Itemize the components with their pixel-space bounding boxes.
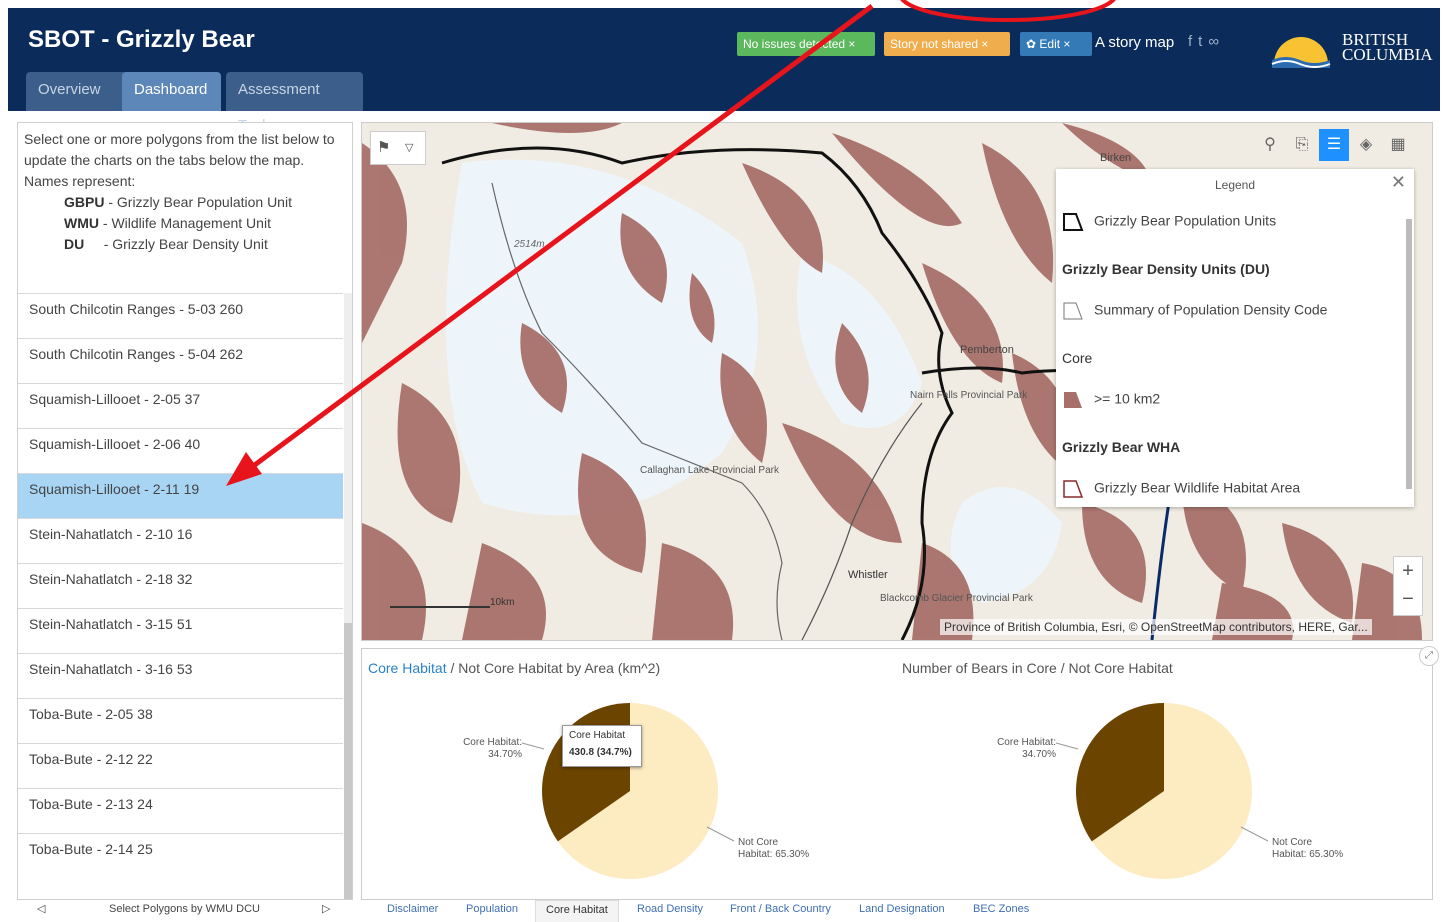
flag-icon[interactable]: ⚑	[377, 138, 390, 156]
map-label: 2514m	[513, 239, 545, 250]
tab-front-back-country[interactable]: Front / Back Country	[730, 903, 831, 915]
list-pager: ◁ Select Polygons by WMU DCU ▷	[17, 900, 351, 920]
edit-badge[interactable]: ✿ Edit ×	[1020, 32, 1092, 56]
tab-core-habitat[interactable]: Core Habitat	[535, 900, 619, 922]
tab-land-designation[interactable]: Land Designation	[859, 903, 945, 915]
list-item[interactable]: South Chilcotin Ranges - 5-03 260	[18, 293, 343, 338]
polygon-list: South Chilcotin Ranges - 5-03 260 South …	[18, 293, 343, 878]
pager-label: Select Polygons by WMU DCU	[109, 903, 260, 915]
list-item[interactable]: Stein-Nahatlatch - 2-18 32	[18, 563, 343, 608]
map-label: Blackcomb Glacier Provincial Park	[880, 593, 1034, 604]
leader-lines	[521, 742, 1269, 842]
tab-bec-zones[interactable]: BEC Zones	[973, 903, 1029, 915]
tab-disclaimer[interactable]: Disclaimer	[387, 903, 438, 915]
zoom-in-button[interactable]: +	[1394, 557, 1422, 585]
list-item[interactable]: Stein-Nahatlatch - 2-10 16	[18, 518, 343, 563]
map-attribution: Province of British Columbia, Esri, © Op…	[940, 619, 1372, 635]
search-icon[interactable]: ⚲	[1255, 129, 1285, 161]
bc-logo: BRITISH COLUMBIA	[1270, 20, 1440, 78]
legend-title: Legend	[1214, 178, 1256, 192]
gear-icon: ✿	[1026, 37, 1040, 51]
prev-page-icon[interactable]: ◁	[37, 902, 45, 915]
tab-population[interactable]: Population	[466, 903, 518, 915]
sun-logo-icon	[1271, 37, 1331, 68]
legend-entry: Grizzly Bear Wildlife Habitat Area	[1062, 479, 1300, 499]
legend-group-heading: Core	[1062, 350, 1093, 366]
list-scrollbar[interactable]	[344, 293, 352, 899]
pie-tooltip: Core Habitat 430.8 (34.7%)	[562, 725, 642, 767]
map-label: Whistler	[848, 569, 888, 581]
map-label: Callaghan Lake Provincial Park	[640, 465, 780, 476]
map-label: Nairn Falls Provincial Park	[910, 390, 1028, 401]
code-legend-row: WMU - Wildlife Management Unit	[64, 215, 271, 231]
issues-badge[interactable]: No issues detected ×	[737, 32, 875, 56]
basemap-gallery-icon[interactable]: ▦	[1383, 129, 1413, 161]
list-item[interactable]: Squamish-Lillooet - 2-06 40	[18, 428, 343, 473]
link-icon[interactable]: ∞	[1208, 33, 1225, 50]
list-item[interactable]: Toba-Bute - 2-05 38	[18, 698, 343, 743]
logo-line2: COLUMBIA	[1342, 45, 1433, 64]
legend-panel: Legend ✕ Grizzly Bear Population Units G…	[1056, 169, 1414, 507]
close-icon[interactable]: ✕	[1391, 172, 1406, 193]
list-item[interactable]: South Chilcotin Ranges - 5-04 262	[18, 338, 343, 383]
code-legend-row: DU - Grizzly Bear Density Unit	[64, 236, 268, 252]
map-toolbar: ⚑ ▽	[370, 131, 426, 165]
legend-icon[interactable]: ☰	[1319, 129, 1349, 161]
polygon-list-panel: Select one or more polygons from the lis…	[17, 122, 353, 900]
layers-icon[interactable]: ◈	[1351, 129, 1381, 161]
legend-group-heading: Grizzly Bear WHA	[1062, 439, 1181, 455]
scroll-thumb[interactable]	[344, 623, 352, 899]
facebook-icon[interactable]: f	[1188, 33, 1198, 50]
tab-assessment-tool[interactable]: Assessment Tool	[226, 72, 363, 134]
tab-dashboard[interactable]: Dashboard	[122, 72, 221, 111]
app-header: SBOT - Grizzly Bear Overview Dashboard A…	[8, 8, 1440, 134]
intro-paragraph: Select one or more polygons from the lis…	[24, 131, 335, 189]
legend-entry: >= 10 km2	[1062, 390, 1160, 410]
tooltip-value: 430.8 (34.7%)	[569, 747, 632, 758]
legend-entry: Grizzly Bear Population Units	[1062, 212, 1276, 232]
core-swatch-icon	[1064, 392, 1082, 408]
zoom-control: + −	[1393, 556, 1423, 616]
list-item[interactable]: Stein-Nahatlatch - 3-15 51	[18, 608, 343, 653]
list-item[interactable]: Stein-Nahatlatch - 3-16 53	[18, 653, 343, 698]
intro-text: Select one or more polygons from the lis…	[24, 129, 344, 255]
zoom-out-button[interactable]: −	[1394, 585, 1422, 613]
map-view[interactable]: 2514m Birken Pemberton Nairn Falls Provi…	[361, 122, 1433, 641]
tab-road-density[interactable]: Road Density	[637, 903, 703, 915]
polygon-outline-icon	[1063, 213, 1084, 231]
list-item[interactable]: Toba-Bute - 2-12 22	[18, 743, 343, 788]
polygon-outline-icon	[1063, 480, 1084, 498]
bookmark-icon[interactable]: ⎘	[1287, 129, 1317, 161]
list-item[interactable]: Toba-Bute - 2-13 24	[18, 788, 343, 833]
tab-overview[interactable]: Overview	[26, 72, 127, 111]
story-shared-badge[interactable]: Story not shared ×	[884, 32, 1010, 56]
chevron-down-icon[interactable]: ▽	[405, 141, 413, 154]
share-icons: ft∞	[1188, 33, 1225, 50]
legend-group-heading: Grizzly Bear Density Units (DU)	[1062, 261, 1270, 277]
app-title: SBOT - Grizzly Bear	[28, 26, 255, 53]
tooltip-title: Core Habitat	[569, 730, 626, 741]
polygon-outline-icon	[1063, 302, 1083, 320]
edit-label: Edit ×	[1039, 37, 1071, 51]
story-map-link[interactable]: A story map	[1095, 34, 1174, 51]
legend-entry: Summary of Population Density Code	[1062, 301, 1327, 321]
list-item[interactable]: Toba-Bute - 2-14 25	[18, 833, 343, 878]
list-item-selected[interactable]: Squamish-Lillooet - 2-11 19	[18, 473, 343, 518]
map-label: Birken	[1100, 152, 1131, 164]
map-label: Pemberton	[960, 344, 1014, 356]
legend-scrollbar[interactable]	[1406, 219, 1412, 489]
code-legend-row: GBPU - Grizzly Bear Population Unit	[64, 194, 292, 210]
next-page-icon[interactable]: ▷	[322, 902, 330, 915]
list-item[interactable]: Squamish-Lillooet - 2-05 37	[18, 383, 343, 428]
scale-label: 10km	[490, 597, 514, 608]
twitter-icon[interactable]: t	[1198, 33, 1208, 50]
charts-panel: Core Habitat / Not Core Habitat by Area …	[361, 648, 1433, 900]
expand-icon[interactable]: ⤢	[1419, 646, 1439, 666]
